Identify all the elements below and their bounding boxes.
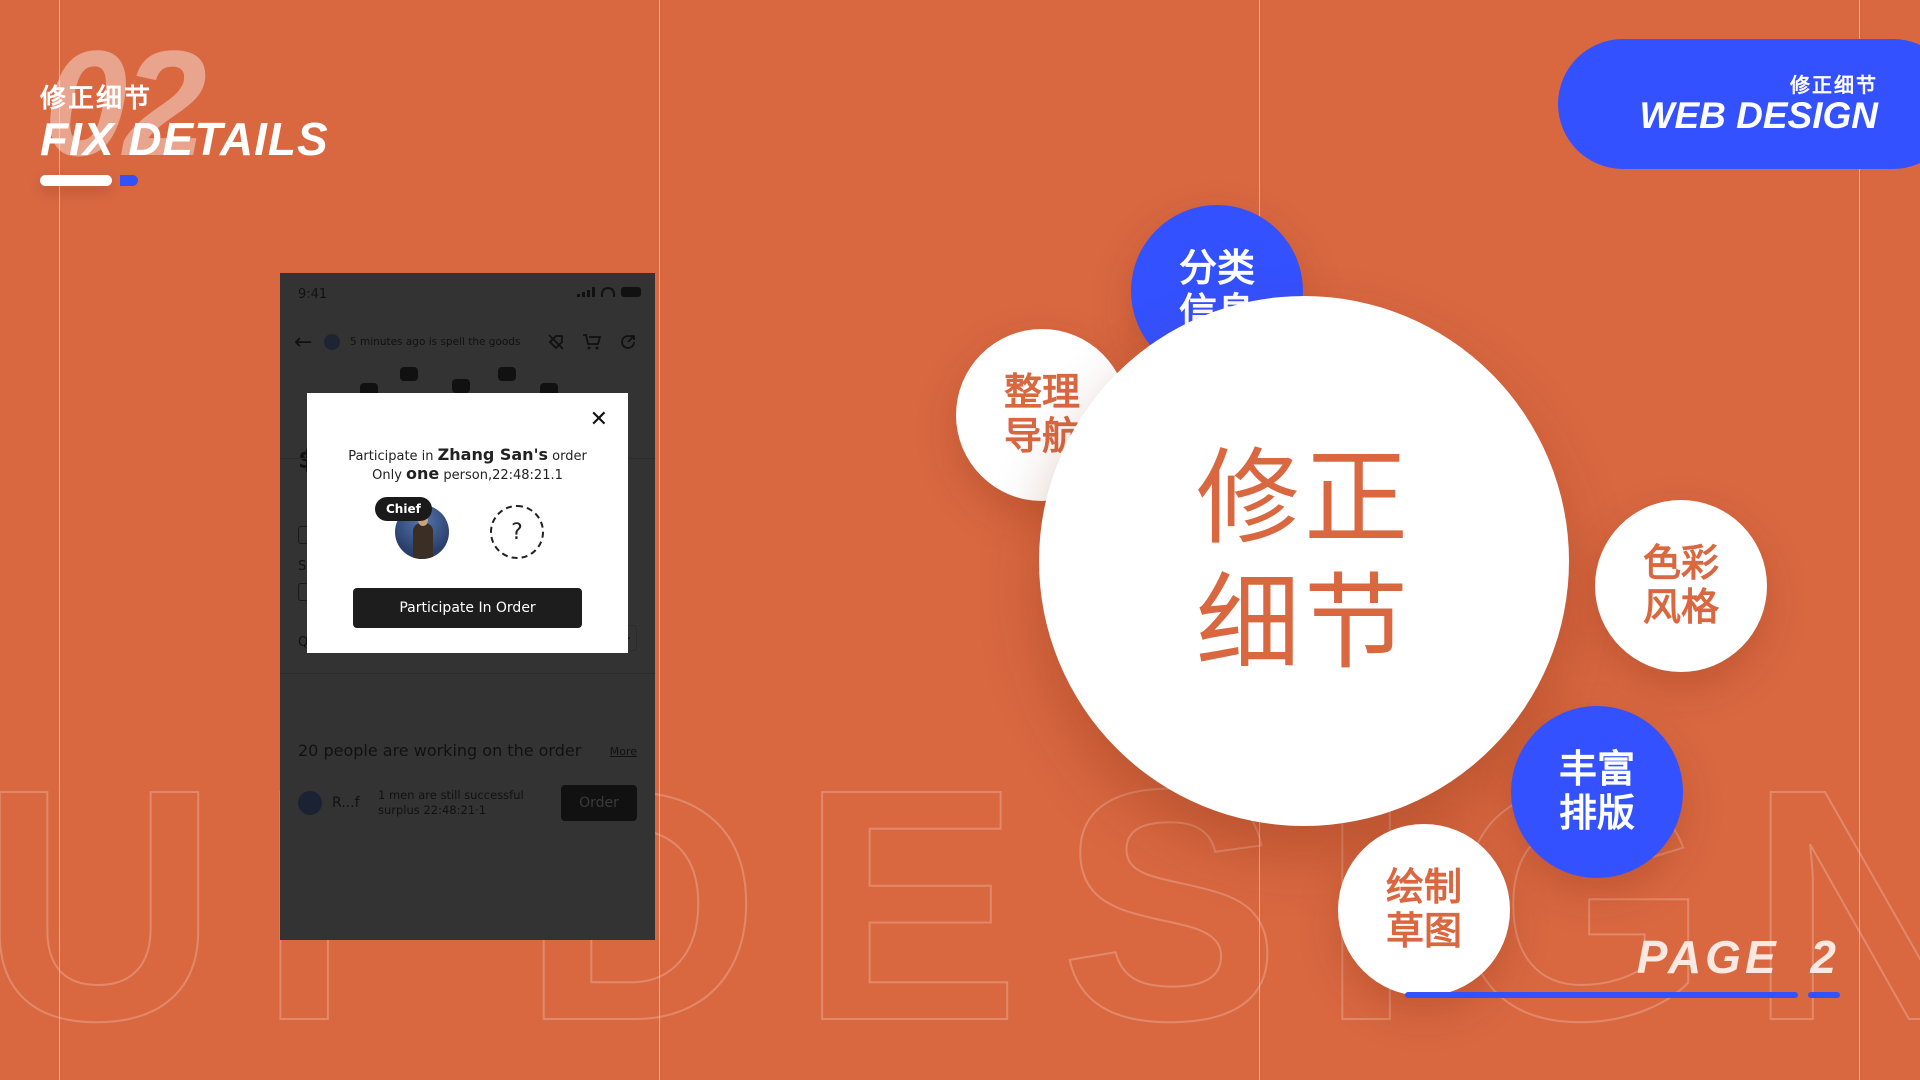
bubble-color-style: 色彩 风格 [1595,500,1767,672]
web-design-badge: 修正细节 WEB DESIGN [1558,39,1920,169]
info-line: 1 men are still successful [378,788,524,803]
bubble-label: 色彩 风格 [1642,541,1719,629]
bubble-label: 绘制 草图 [1385,865,1462,953]
bubble-label: 丰富 排版 [1558,747,1635,835]
title-underline-accent [120,175,138,186]
order-button[interactable]: Order [561,785,637,821]
bubble-sketch: 绘制 草图 [1338,824,1510,996]
text: Only [372,468,407,483]
group-order-count: 20 people are working on the order [298,741,582,760]
dialog-line-2: Only one person,22:48:21.1 [307,464,628,483]
more-link[interactable]: More [610,745,637,758]
battery-icon [621,287,641,297]
group-order-row: R...f 1 men are still successful surplus… [298,783,637,823]
bubble-fix-details: 修正 细节 [1039,296,1569,826]
share-icon[interactable] [615,331,641,353]
divider [280,673,655,674]
close-icon[interactable]: ✕ [590,407,608,432]
section-title-en: FIX DETAILS [40,113,329,165]
dialog-line-1: Participate in Zhang San's order [307,445,628,464]
page-number: PAGE 2 [1636,931,1840,983]
avatar [324,334,340,350]
section-title-cn: 修正细节 [40,84,153,114]
status-time: 9:41 [298,287,328,302]
text: Participate in [348,449,438,464]
tag-off-icon[interactable] [543,331,569,353]
empty-slot-icon: ? [490,505,544,559]
participate-dialog: ✕ Participate in Zhang San's order Only … [307,393,628,653]
page-underline-accent [1808,992,1840,998]
signal-icon [577,287,595,297]
bubble-label: 修正 细节 [1195,437,1412,684]
badge-title-en: WEB DESIGN [1639,95,1878,136]
nav-bar: ← 5 minutes ago is spell the goods [294,329,641,355]
text: order [548,449,587,464]
title-underline [40,175,112,186]
wifi-icon [601,287,615,297]
chief-badge: Chief [375,497,432,521]
countdown: person,22:48:21.1 [439,468,563,483]
group-order-info: 1 men are still successful surplus 22:48… [378,788,561,818]
user-name: R...f [332,795,360,811]
page-underline [1405,992,1798,998]
countdown: surplus 22:48:21·1 [378,803,487,817]
badge-title-cn: 修正细节 [1790,73,1878,97]
bubble-layout: 丰富 排版 [1511,706,1683,878]
person-figure [413,523,433,559]
nav-activity-text: 5 minutes ago is spell the goods [350,336,521,348]
avatar [298,791,322,815]
host-name: Zhang San's [437,445,548,464]
cart-icon[interactable] [579,331,605,353]
participate-button[interactable]: Participate In Order [353,588,582,628]
back-arrow-icon[interactable]: ← [294,330,324,355]
status-icons [577,287,641,297]
remaining-count: one [406,464,440,483]
